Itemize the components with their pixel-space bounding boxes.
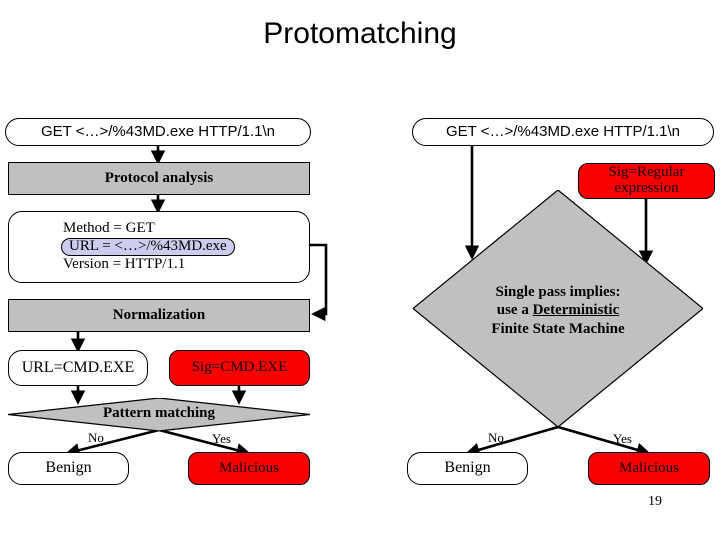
left-branch-no-label: No — [88, 430, 104, 445]
normalization-box: Normalization — [8, 299, 310, 332]
left-request-text: GET <…>/%43MD.exe HTTP/1.1\n — [41, 123, 275, 141]
left-outcome-malicious-box: Malicious — [188, 452, 310, 485]
right-outcome-benign-text: Benign — [444, 459, 491, 477]
normalization-label: Normalization — [112, 306, 206, 323]
left-outcome-benign-text: Benign — [45, 459, 92, 477]
parsed-field-method: Method = GET — [63, 220, 155, 237]
normalized-url-text: URL=CMD.EXE — [21, 358, 135, 376]
right-branch-yes-label: Yes — [613, 431, 632, 446]
parsed-fields-box: Method = GET URL = <…>/%43MD.exe Version… — [8, 211, 310, 283]
pattern-matching-decision: Pattern matching — [8, 398, 310, 431]
normalized-url-box: URL=CMD.EXE — [8, 350, 148, 386]
parsed-field-version: Version = HTTP/1.1 — [63, 255, 186, 272]
right-request-text: GET <…>/%43MD.exe HTTP/1.1\n — [446, 123, 680, 141]
right-branch-no-label: No — [488, 430, 504, 445]
left-outcome-malicious-text: Malicious — [219, 459, 279, 476]
left-outcome-benign-box: Benign — [8, 452, 129, 485]
left-signature-box: Sig=CMD.EXE — [169, 350, 310, 386]
left-request-box: GET <…>/%43MD.exe HTTP/1.1\n — [5, 118, 311, 146]
protocol-analysis-box: Protocol analysis — [8, 162, 310, 195]
right-outcome-benign-box: Benign — [407, 452, 528, 485]
dfa-decision-diamond: Single pass implies: use a Deterministic… — [413, 190, 703, 427]
right-outcome-malicious-box: Malicious — [588, 452, 710, 485]
right-request-box: GET <…>/%43MD.exe HTTP/1.1\n — [412, 118, 714, 146]
protocol-analysis-label: Protocol analysis — [104, 169, 214, 186]
slide-canvas: Protomatching GET <…>/%43MD.exe HTTP/1.1… — [0, 0, 720, 540]
page-title: Protomatching — [263, 17, 457, 50]
right-signature-line1: Sig=Regular — [608, 164, 685, 181]
right-outcome-malicious-text: Malicious — [619, 459, 679, 476]
parsed-field-url-highlight: URL = <…>/%43MD.exe — [61, 238, 235, 256]
left-branch-yes-label: Yes — [212, 431, 231, 446]
left-signature-text: Sig=CMD.EXE — [191, 359, 288, 376]
slide-number: 19 — [648, 494, 662, 509]
